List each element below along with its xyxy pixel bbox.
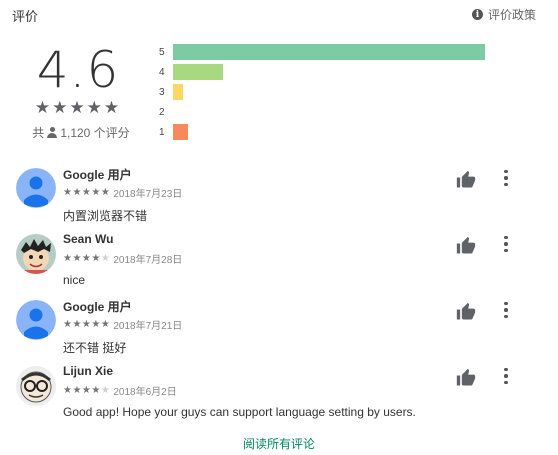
thumb-up-icon[interactable] (456, 368, 476, 388)
review-stars: ★★★★★ (63, 253, 111, 264)
review-meta: ★★★★★ 2018年7月21日 (63, 317, 182, 332)
review-item: Google 用户 ★★★★★ 2018年7月21日 还不错 挺好 (16, 296, 546, 362)
review-stars: ★★★★★ (63, 187, 111, 198)
thumb-up-icon[interactable] (456, 236, 476, 256)
rating-count: 共 1,120 个评分 (22, 124, 140, 141)
review-author: Sean Wu (63, 232, 114, 246)
glasses-face-avatar (16, 366, 56, 406)
rating-count-prefix: 共 (32, 126, 45, 140)
review-meta: ★★★★★ 2018年7月28日 (63, 251, 182, 266)
histogram-label: 3 (159, 86, 165, 98)
review-author: Google 用户 (63, 168, 132, 182)
rating-policy-link[interactable]: i 评价政策 (471, 6, 536, 23)
review-author: Lijun Xie (63, 364, 114, 378)
review-item: Google 用户 ★★★★★ 2018年7月23日 内置浏览器不错 (16, 164, 546, 230)
default-user-avatar (16, 300, 56, 340)
rating-histogram: 5 4 3 2 1 (159, 42, 499, 142)
histogram-bar (173, 64, 223, 80)
more-vert-icon[interactable] (500, 234, 512, 254)
info-icon: i (471, 9, 483, 20)
average-stars: ★★★★★ (34, 98, 122, 117)
histogram-label: 2 (159, 106, 165, 118)
histogram-label: 5 (159, 46, 165, 58)
histogram-row: 5 (159, 42, 499, 62)
review-stars: ★★★★★ (63, 319, 111, 330)
review-item: Sean Wu ★★★★★ 2018年7月28日 nice (16, 230, 546, 296)
thumb-up-icon[interactable] (456, 302, 476, 322)
review-item: Lijun Xie ★★★★★ 2018年6月2日 Good app! Hope… (16, 362, 546, 428)
histogram-row: 1 (159, 122, 499, 142)
histogram-bar (173, 44, 485, 60)
review-list: Google 用户 ★★★★★ 2018年7月23日 内置浏览器不错 Sean … (16, 164, 546, 428)
review-author: Google 用户 (63, 300, 132, 314)
histogram-bar (173, 84, 183, 100)
average-score: 4.6 (36, 41, 120, 99)
more-vert-icon[interactable] (500, 366, 512, 386)
person-icon (47, 127, 58, 138)
histogram-row: 3 (159, 82, 499, 102)
more-vert-icon[interactable] (500, 300, 512, 320)
review-text: 内置浏览器不错 (63, 209, 148, 223)
review-text: 还不错 挺好 (63, 341, 127, 355)
read-all-reviews-link[interactable]: 阅读所有评论 (0, 435, 558, 452)
review-date: 2018年7月21日 (113, 321, 183, 332)
review-text: Good app! Hope your guys can support lan… (63, 405, 416, 419)
default-user-avatar (16, 168, 56, 208)
review-stars: ★★★★★ (63, 385, 111, 396)
review-date: 2018年7月28日 (113, 255, 183, 266)
review-meta: ★★★★★ 2018年7月23日 (63, 185, 182, 200)
histogram-label: 4 (159, 66, 165, 78)
section-title: 评价 (12, 9, 39, 24)
cartoon-character-avatar (16, 234, 56, 274)
review-date: 2018年7月23日 (113, 189, 183, 200)
more-vert-icon[interactable] (500, 168, 512, 188)
rating-summary: 4.6 ★★★★★ 共 1,120 个评分 (22, 44, 152, 141)
review-date: 2018年6月2日 (113, 387, 177, 398)
rating-count-text: 1,120 个评分 (60, 126, 130, 140)
histogram-bar (173, 124, 188, 140)
histogram-label: 1 (159, 126, 165, 138)
rating-policy-label: 评价政策 (487, 8, 536, 22)
histogram-row: 2 (159, 102, 499, 122)
review-meta: ★★★★★ 2018年6月2日 (63, 383, 177, 398)
histogram-row: 4 (159, 62, 499, 82)
thumb-up-icon[interactable] (456, 170, 476, 190)
review-text: nice (63, 273, 86, 287)
